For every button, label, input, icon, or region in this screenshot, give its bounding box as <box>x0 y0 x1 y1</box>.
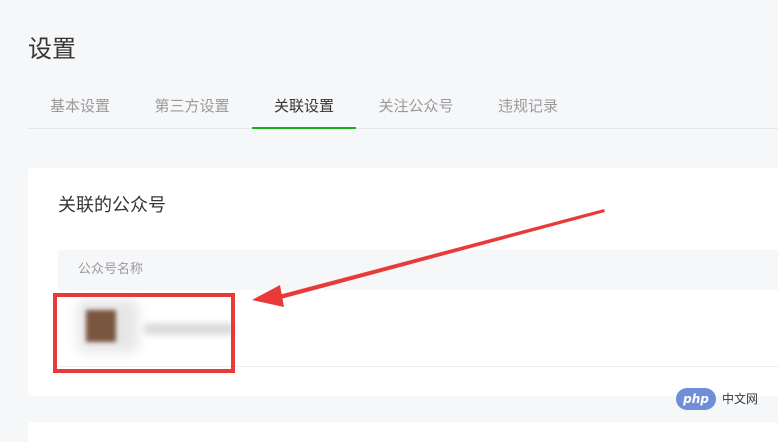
tab-follow-account[interactable]: 关注公众号 <box>356 86 476 128</box>
tab-third-party-settings[interactable]: 第三方设置 <box>132 86 252 128</box>
card-title: 关联的公众号 <box>58 195 166 216</box>
highlight-box <box>53 293 235 373</box>
watermark-text: 中文网 <box>722 392 759 406</box>
bottom-card <box>28 422 778 442</box>
column-header-account-name: 公众号名称 <box>78 262 144 277</box>
table-header: 公众号名称 <box>58 250 778 290</box>
tab-basic-settings[interactable]: 基本设置 <box>28 86 132 128</box>
tab-bar: 基本设置 第三方设置 关联设置 关注公众号 违规记录 <box>28 86 778 129</box>
watermark: php 中文网 <box>676 388 758 410</box>
tab-linked-settings[interactable]: 关联设置 <box>252 86 356 129</box>
tab-violation-records[interactable]: 违规记录 <box>476 86 580 128</box>
page-title: 设置 <box>28 35 76 63</box>
watermark-badge: php <box>676 388 716 410</box>
